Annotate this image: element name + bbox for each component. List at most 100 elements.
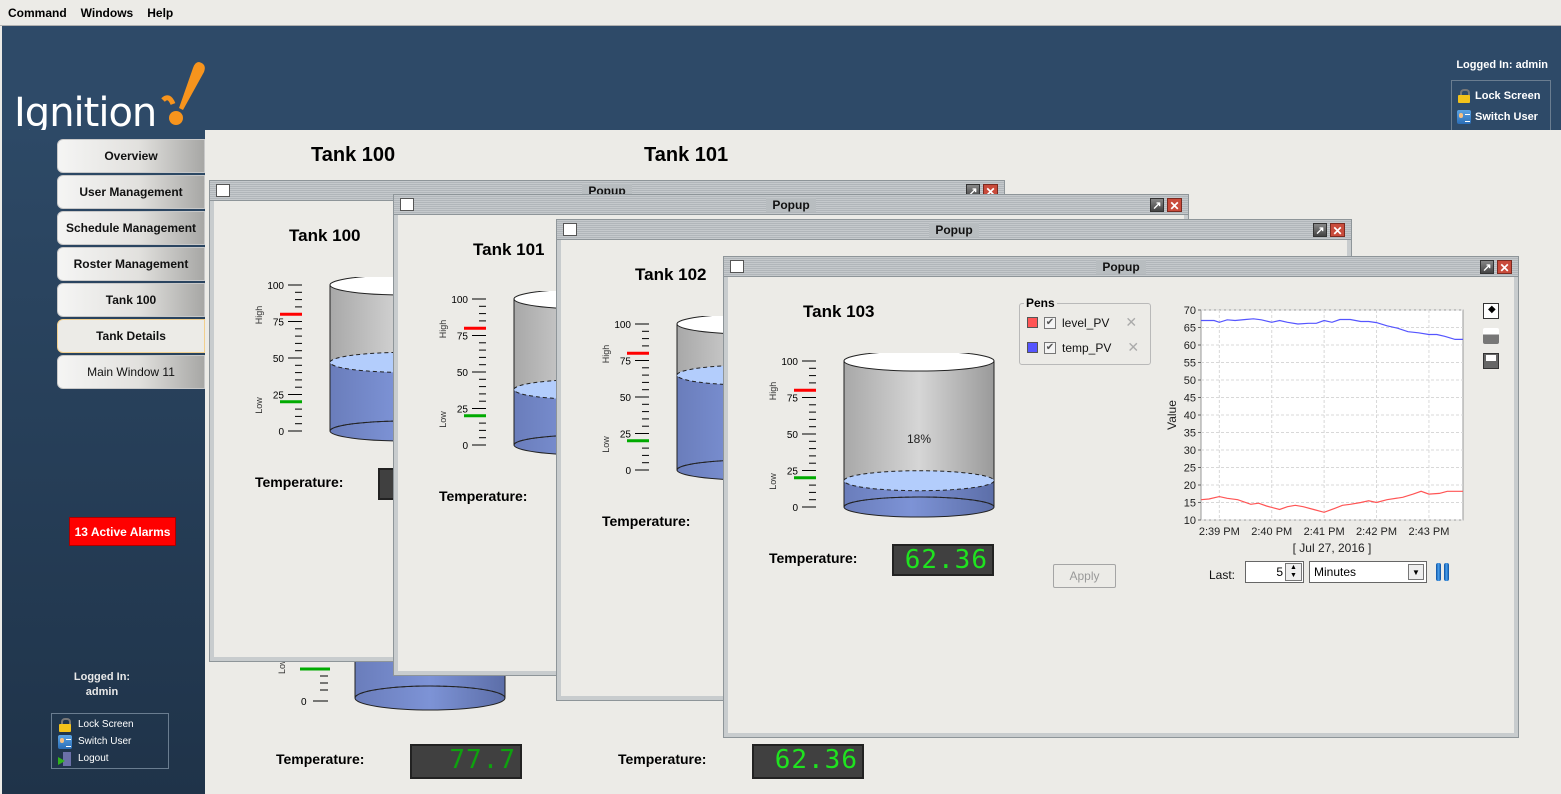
remove-pen-icon[interactable]: ✕: [1127, 339, 1139, 356]
main-tank-100-title: Tank 100: [311, 144, 396, 166]
range-unit: Minutes: [1314, 565, 1357, 579]
sidebar-switch-user-button[interactable]: Switch User: [58, 733, 162, 750]
x-tick-label: 2:42 PM: [1356, 526, 1397, 538]
nav-menu: Overview User Management Schedule Manage…: [57, 139, 205, 391]
y-tick-label: 50: [1184, 375, 1196, 387]
gauge-tick-label: 75: [457, 332, 469, 343]
menu-command[interactable]: Command: [8, 6, 67, 20]
nav-schedule-management[interactable]: Schedule Management: [57, 211, 205, 245]
active-alarms-button[interactable]: 13 Active Alarms: [69, 517, 176, 546]
high-label: High: [768, 382, 778, 401]
close-icon[interactable]: ✕: [1167, 198, 1182, 213]
close-icon[interactable]: ✕: [1330, 223, 1345, 238]
y-tick-label: 20: [1184, 480, 1196, 492]
zoom-fit-icon[interactable]: ◆: [1483, 303, 1499, 319]
spinner-arrows-icon[interactable]: ▲ ▼: [1285, 563, 1302, 581]
window-icon: [216, 184, 230, 197]
window-icon: [400, 198, 414, 211]
trend-chart: 10 15 20 25 30 35 40 45 50 55 60 65 70 2:39 PM 2:40 PM…: [1165, 305, 1464, 555]
sidebar-logout-button[interactable]: Logout: [58, 750, 162, 767]
popup-temperature-display: 62.36: [892, 544, 994, 576]
pen-checkbox[interactable]: ✔: [1044, 341, 1056, 354]
popup-tank-title: Tank 101: [473, 240, 545, 259]
low-label: Low: [438, 411, 448, 428]
popup-temp-label: Temperature:: [769, 550, 858, 566]
pen-color-swatch: [1027, 317, 1038, 328]
save-icon[interactable]: [1483, 353, 1499, 369]
menu-windows[interactable]: Windows: [81, 6, 134, 20]
apply-button[interactable]: Apply: [1053, 564, 1116, 588]
nav-roster-management[interactable]: Roster Management: [57, 247, 205, 281]
y-tick-label: 45: [1184, 393, 1196, 405]
x-tick-label: 2:43 PM: [1408, 526, 1449, 538]
nav-tank-details[interactable]: Tank Details: [57, 319, 205, 353]
popup-window-tank-103: Popup ↗ ✕ Tank 103 100 75 50 25 0 High Low 18% Te…: [723, 256, 1519, 738]
tank-level-label: 18%: [907, 432, 931, 446]
pens-legend: Pens ✔ level_PV ✕ ✔ temp_PV ✕: [1019, 296, 1151, 365]
gauge-tick-label: 0: [462, 441, 468, 452]
popup-tank-title: Tank 102: [635, 265, 707, 284]
menu-help[interactable]: Help: [147, 6, 173, 20]
high-label: High: [438, 320, 448, 339]
sidebar-username: admin: [85, 686, 119, 698]
popup-titlebar[interactable]: Popup ↗ ✕: [394, 195, 1188, 215]
popup-tank-title: Tank 103: [803, 302, 875, 321]
switch-user-icon: [1457, 109, 1471, 124]
pen-row-level: ✔ level_PV ✕: [1027, 314, 1137, 331]
low-label: Low: [254, 397, 264, 414]
popup-titlebar[interactable]: Popup ↗ ✕: [557, 220, 1351, 240]
pen-name: level_PV: [1062, 315, 1110, 330]
low-label: Low: [768, 473, 778, 490]
sidebar-logged-in-label: Logged In:: [73, 671, 131, 683]
gauge-tick-label: 50: [273, 354, 285, 365]
popup-title: Popup: [929, 222, 979, 237]
maximize-icon[interactable]: ↗: [1313, 223, 1327, 237]
pen-checkbox[interactable]: ✔: [1044, 316, 1056, 329]
pens-title: Pens: [1024, 296, 1057, 310]
remove-pen-icon[interactable]: ✕: [1125, 314, 1137, 331]
gauge-tick-label: 50: [620, 393, 632, 404]
maximize-icon[interactable]: ↗: [1480, 260, 1494, 274]
y-tick-label: 25: [1184, 463, 1196, 475]
gauge-tick-label: 75: [787, 394, 799, 405]
range-unit-select[interactable]: Minutes ▼: [1309, 561, 1427, 583]
tank-gauge: 100 75 50 25 0 High Low 18%: [768, 353, 995, 518]
pause-icon[interactable]: [1436, 563, 1450, 581]
switch-user-button[interactable]: Switch User: [1457, 106, 1545, 127]
main-temperature-display-100: 77.7: [410, 744, 522, 779]
popup-temp-label: Temperature:: [255, 474, 344, 490]
nav-tank-100[interactable]: Tank 100: [57, 283, 205, 317]
gauge-tick-label: 0: [625, 466, 631, 477]
print-icon[interactable]: [1483, 328, 1499, 344]
main-temp-label-101: Temperature:: [618, 751, 707, 767]
lock-screen-button[interactable]: Lock Screen: [1457, 85, 1545, 106]
high-label: High: [254, 306, 264, 325]
pen-color-swatch: [1027, 342, 1038, 353]
lock-screen-label: Lock Screen: [78, 719, 134, 730]
x-tick-label: 2:40 PM: [1251, 526, 1292, 538]
popup-title: Popup: [1096, 259, 1146, 274]
gauge-tick-label: 25: [457, 405, 469, 416]
nav-main-window-11[interactable]: Main Window 11: [57, 355, 205, 389]
y-tick-label: 60: [1184, 340, 1196, 352]
low-label: Low: [601, 436, 611, 453]
pen-name: temp_PV: [1062, 340, 1112, 355]
high-label: High: [601, 345, 611, 364]
popup-titlebar[interactable]: Popup ↗ ✕: [724, 257, 1518, 277]
maximize-icon[interactable]: ↗: [1150, 198, 1164, 212]
range-value-spinner[interactable]: 5 ▲ ▼: [1245, 561, 1304, 583]
liquid-surface: [843, 470, 995, 492]
gauge-tick-label: 100: [451, 295, 468, 306]
x-axis-label: [ Jul 27, 2016 ]: [1293, 541, 1372, 555]
sidebar-lock-screen-button[interactable]: Lock Screen: [58, 716, 162, 733]
chevron-down-icon[interactable]: ▼: [1408, 564, 1424, 580]
y-tick-label: 40: [1184, 410, 1196, 422]
nav-user-management[interactable]: User Management: [57, 175, 205, 209]
nav-overview[interactable]: Overview: [57, 139, 205, 173]
gauge-tick-label: 50: [457, 368, 469, 379]
sidebar-logged-in: Logged In: admin: [52, 670, 152, 700]
close-icon[interactable]: ✕: [1497, 260, 1512, 275]
gauge-tick-label: 50: [787, 430, 799, 441]
y-tick-label: 55: [1184, 358, 1196, 370]
range-value: 5: [1276, 565, 1283, 579]
